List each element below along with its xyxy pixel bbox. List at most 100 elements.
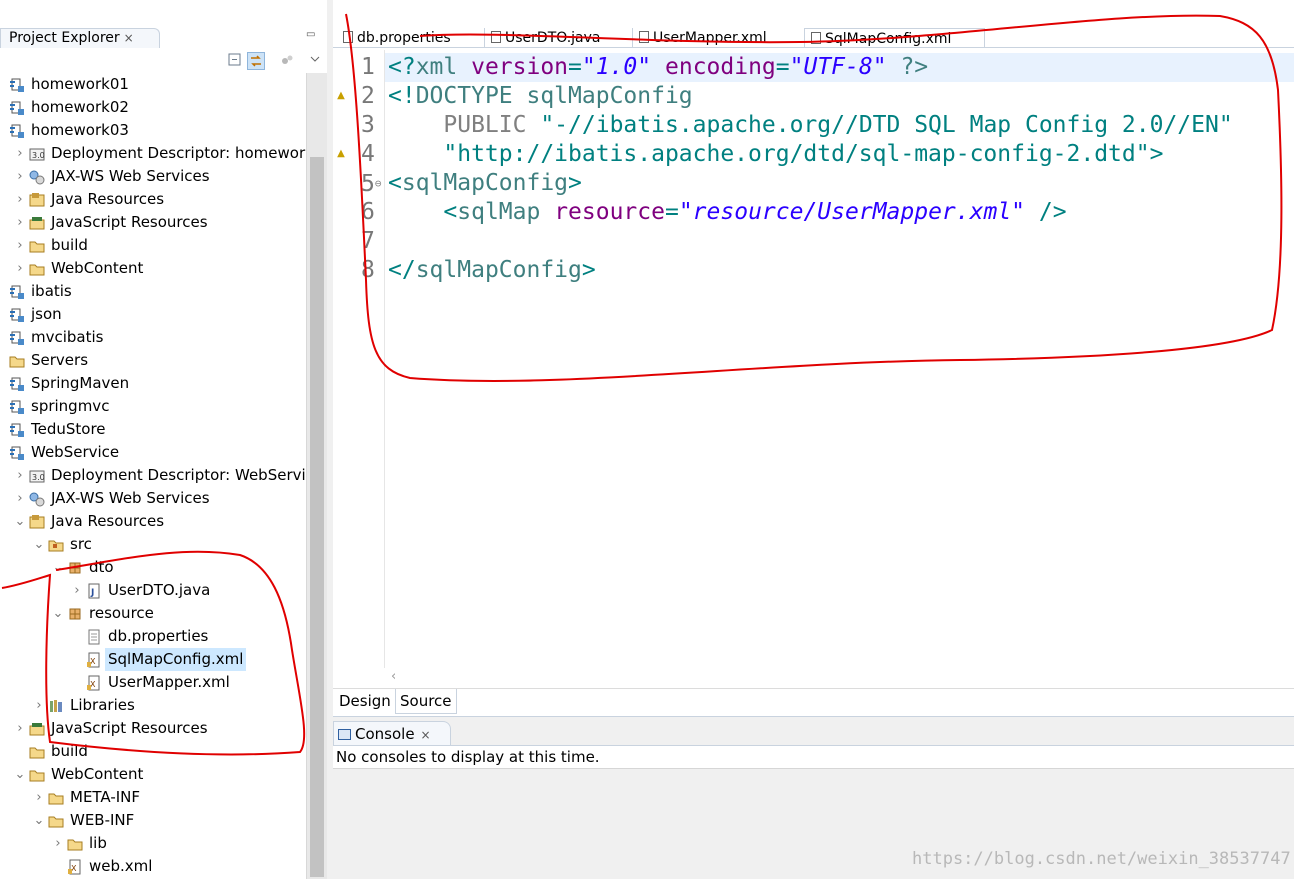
- tree-item[interactable]: ⌄ WEB-INF: [0, 809, 306, 832]
- tree-item[interactable]: › Java Resources: [0, 188, 306, 211]
- tree-item[interactable]: WebService: [0, 441, 306, 464]
- descriptor-icon: 3.0: [29, 146, 45, 162]
- tree-item-label: dto: [89, 558, 114, 576]
- tree-item[interactable]: › JAX-WS Web Services: [0, 165, 306, 188]
- editor-tab[interactable]: UserDTO.java: [485, 28, 633, 48]
- explorer-scrollbar[interactable]: [306, 73, 327, 879]
- editor-tab[interactable]: SqlMapConfig.xml: [805, 28, 985, 48]
- tree-item[interactable]: ibatis: [0, 280, 306, 303]
- tree-item[interactable]: › build: [0, 234, 306, 257]
- tree-item[interactable]: ⌄ resource: [0, 602, 306, 625]
- code-line[interactable]: <sqlMapConfig>: [388, 169, 582, 198]
- code-line[interactable]: "http://ibatis.apache.org/dtd/sql-map-co…: [388, 140, 1163, 169]
- chevron-down-icon[interactable]: ⌄: [51, 602, 65, 625]
- fold-toggle-icon[interactable]: ⊖: [375, 177, 382, 190]
- watermark: https://blog.csdn.net/weixin_38537747: [912, 849, 1291, 869]
- chevron-right-icon[interactable]: ›: [51, 832, 65, 855]
- tree-item-label: build: [51, 236, 88, 254]
- tree-item[interactable]: › lib: [0, 832, 306, 855]
- tree-item[interactable]: › WebContent: [0, 257, 306, 280]
- tree-item[interactable]: › JAX-WS Web Services: [0, 487, 306, 510]
- tree-item[interactable]: X UserMapper.xml: [0, 671, 306, 694]
- tree-item[interactable]: › JavaScript Resources: [0, 211, 306, 234]
- line-number: 1: [361, 54, 375, 80]
- tree-item[interactable]: db.properties: [0, 625, 306, 648]
- chevron-right-icon[interactable]: ›: [70, 579, 84, 602]
- chevron-right-icon[interactable]: ›: [32, 786, 46, 809]
- tree-item[interactable]: › 3.0 Deployment Descriptor: WebServic: [0, 464, 306, 487]
- editor-tab[interactable]: db.properties: [337, 28, 485, 48]
- console-icon: [338, 729, 351, 740]
- code-line[interactable]: </sqlMapConfig>: [388, 256, 596, 285]
- tree-item[interactable]: Servers: [0, 349, 306, 372]
- code-line[interactable]: <!DOCTYPE sqlMapConfig: [388, 82, 693, 111]
- tab-console[interactable]: Console ×: [333, 721, 451, 745]
- tree-item[interactable]: springmvc: [0, 395, 306, 418]
- tree-item[interactable]: TeduStore: [0, 418, 306, 441]
- tree-item-label: JAX-WS Web Services: [51, 167, 210, 185]
- tree-item[interactable]: mvcibatis: [0, 326, 306, 349]
- chevron-right-icon[interactable]: ›: [32, 694, 46, 717]
- chevron-down-icon[interactable]: ⌄: [51, 556, 65, 579]
- filter-icon[interactable]: [278, 52, 296, 70]
- tree-item[interactable]: › J UserDTO.java: [0, 579, 306, 602]
- close-icon[interactable]: ×: [421, 728, 431, 742]
- chevron-right-icon[interactable]: ›: [13, 464, 27, 487]
- tab-project-explorer[interactable]: Project Explorer ×: [0, 28, 160, 48]
- editor-mode-tab[interactable]: Design: [335, 689, 395, 714]
- chevron-right-icon[interactable]: ›: [13, 211, 27, 234]
- tree-item[interactable]: X SqlMapConfig.xml: [0, 648, 306, 671]
- tree-item[interactable]: homework02: [0, 96, 306, 119]
- close-icon[interactable]: ×: [124, 31, 134, 45]
- collapse-all-icon[interactable]: [226, 52, 244, 70]
- chevron-down-icon[interactable]: ⌄: [13, 763, 27, 786]
- project-icon: [9, 307, 25, 323]
- tree-item-label: Java Resources: [51, 190, 165, 208]
- editor-mode-tab[interactable]: Source: [395, 689, 457, 714]
- code-line[interactable]: <?xml version="1.0" encoding="UTF-8" ?>: [388, 53, 928, 82]
- tree-item[interactable]: ⌄ src: [0, 533, 306, 556]
- tree-item[interactable]: Xweb.xml: [0, 855, 306, 878]
- chevron-down-icon[interactable]: ⌄: [32, 809, 46, 832]
- tree-item[interactable]: ⌄ dto: [0, 556, 306, 579]
- chevron-right-icon[interactable]: ›: [13, 717, 27, 740]
- xmlfile-icon: X: [67, 859, 83, 875]
- jsres-icon: [29, 215, 45, 231]
- explorer-scroll-thumb[interactable]: [310, 157, 324, 877]
- code-line[interactable]: PUBLIC "-//ibatis.apache.org//DTD SQL Ma…: [388, 111, 1232, 140]
- link-with-editor-icon[interactable]: [247, 52, 265, 70]
- minimize-icon[interactable]: ▭: [306, 30, 318, 40]
- chevron-right-icon[interactable]: ›: [13, 142, 27, 165]
- editor-tab[interactable]: UserMapper.xml: [633, 28, 805, 48]
- tree-item[interactable]: build: [0, 740, 306, 763]
- chevron-down-icon[interactable]: ⌄: [32, 533, 46, 556]
- tree-item[interactable]: › 3.0 Deployment Descriptor: homework: [0, 142, 306, 165]
- tree-item[interactable]: SpringMaven: [0, 372, 306, 395]
- tree-item-label: Java Resources: [51, 512, 165, 530]
- tree-item-label: homework01: [31, 75, 129, 93]
- chevron-right-icon[interactable]: ›: [13, 188, 27, 211]
- tree-item[interactable]: homework01: [0, 73, 306, 96]
- tree-item[interactable]: json: [0, 303, 306, 326]
- chevron-right-icon[interactable]: ›: [13, 257, 27, 280]
- code-line[interactable]: <sqlMap resource="resource/UserMapper.xm…: [388, 198, 1066, 227]
- descriptor-icon: 3.0: [29, 468, 45, 484]
- folder-icon: [29, 767, 45, 783]
- tree-item[interactable]: ⌄ WebContent: [0, 763, 306, 786]
- tab-bar-divider: [333, 47, 1294, 48]
- tree-item[interactable]: ⌄ Java Resources: [0, 510, 306, 533]
- warning-icon[interactable]: ▲: [336, 91, 346, 101]
- horizontal-scroll-left-icon[interactable]: ‹: [385, 668, 1294, 686]
- chevron-down-icon[interactable]: ⌄: [13, 510, 27, 533]
- tree-item[interactable]: homework03: [0, 119, 306, 142]
- tree-item-label: SpringMaven: [31, 374, 130, 392]
- tree-item-label: ibatis: [31, 282, 72, 300]
- tree-item[interactable]: › META-INF: [0, 786, 306, 809]
- view-menu-icon[interactable]: [306, 52, 324, 70]
- tree-item[interactable]: › Libraries: [0, 694, 306, 717]
- tree-item[interactable]: › JavaScript Resources: [0, 717, 306, 740]
- chevron-right-icon[interactable]: ›: [13, 487, 27, 510]
- chevron-right-icon[interactable]: ›: [13, 165, 27, 188]
- chevron-right-icon[interactable]: ›: [13, 234, 27, 257]
- warning-icon[interactable]: ▲: [336, 149, 346, 159]
